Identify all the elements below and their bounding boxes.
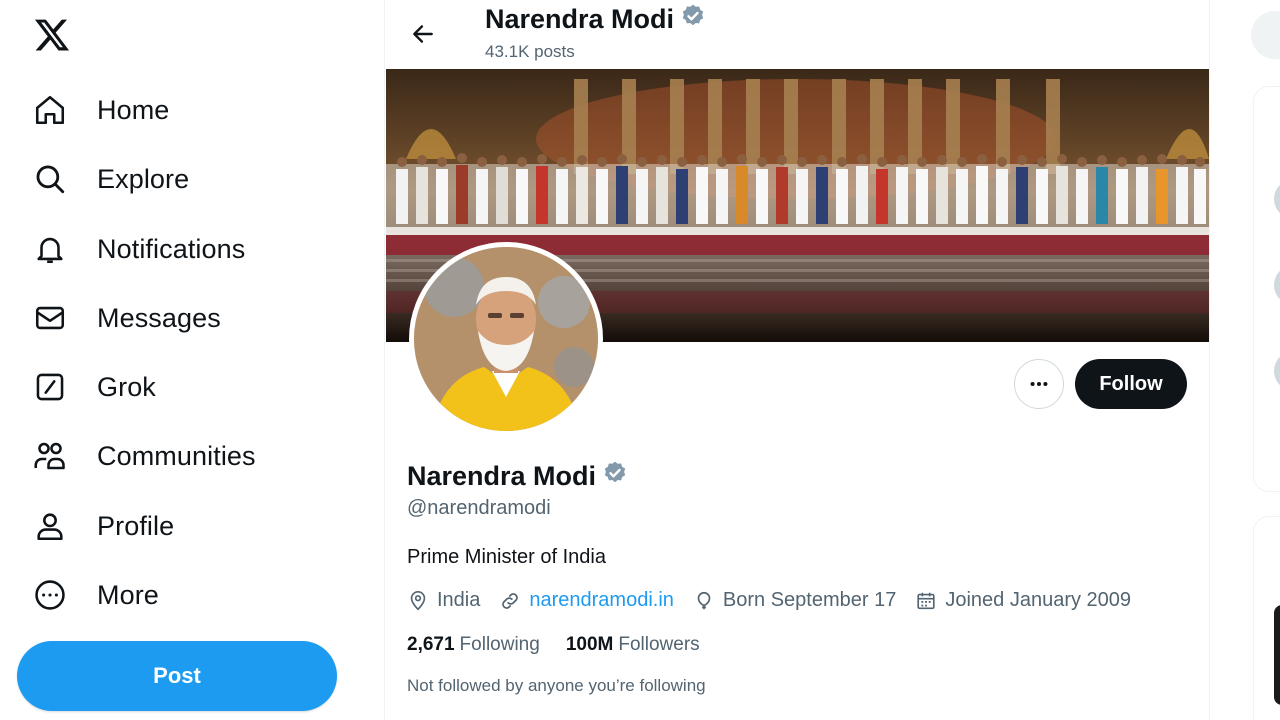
verified-badge-icon xyxy=(680,3,706,36)
bell-icon xyxy=(24,223,76,275)
left-sidebar: Home Explore Notifications Messages Grok… xyxy=(0,0,352,720)
back-arrow-icon[interactable] xyxy=(403,14,443,54)
page-title: Narendra Modi xyxy=(485,3,706,36)
post-button[interactable]: Post xyxy=(17,641,337,711)
joined-text: Joined January 2009 xyxy=(945,589,1132,611)
following-link[interactable]: 2,671 Following xyxy=(407,634,540,656)
location-pin-icon xyxy=(410,590,426,610)
balloon-icon xyxy=(697,591,711,609)
website-link[interactable]: narendramodi.in xyxy=(529,589,674,612)
follow-button[interactable]: Follow xyxy=(1075,359,1187,409)
sidebar-item-label: Home xyxy=(97,94,170,125)
followers-count: 100M xyxy=(565,634,614,655)
header-name: Narendra Modi xyxy=(485,4,675,34)
follow-stats: 2,671 Following 100M Followers xyxy=(407,634,726,656)
x-logo-icon[interactable] xyxy=(31,14,73,56)
sidebar-item-label: Profile xyxy=(97,510,175,541)
not-followed-note: Not followed by anyone you’re following xyxy=(407,676,706,695)
avatar[interactable] xyxy=(1274,265,1280,305)
sidebar-item-label: Notifications xyxy=(97,233,246,264)
more-options-button[interactable] xyxy=(1014,359,1064,409)
grok-icon xyxy=(24,361,76,413)
sidebar-item-grok[interactable]: Grok xyxy=(24,361,156,413)
media-thumbnail[interactable] xyxy=(1274,605,1280,705)
link-icon xyxy=(502,592,519,609)
sidebar-item-communities[interactable]: Communities xyxy=(24,430,256,482)
website-item: narendramodi.in xyxy=(499,589,674,612)
search-icon xyxy=(24,153,76,205)
post-count: 43.1K posts xyxy=(485,42,575,61)
profile-display-name: Narendra Modi xyxy=(407,461,597,491)
sidebar-item-home[interactable]: Home xyxy=(24,84,169,136)
communities-icon xyxy=(24,430,76,482)
joined-item: Joined January 2009 xyxy=(915,589,1131,612)
search-bar[interactable] xyxy=(1251,11,1280,59)
profile-handle: @narendramodi xyxy=(407,497,551,519)
profile-bio: Prime Minister of India xyxy=(407,546,606,568)
location-text: India xyxy=(437,589,481,611)
sidebar-item-explore[interactable]: Explore xyxy=(24,153,189,205)
birthday-text: Born September 17 xyxy=(722,589,897,611)
avatar[interactable] xyxy=(409,242,603,436)
followers-link[interactable]: 100M Followers xyxy=(566,634,700,656)
sidebar-item-messages[interactable]: Messages xyxy=(24,292,221,344)
sidebar-item-label: Messages xyxy=(97,302,221,333)
following-label: Following xyxy=(459,634,540,655)
more-circle-icon xyxy=(24,569,76,621)
sidebar-item-notifications[interactable]: Notifications xyxy=(24,223,245,275)
envelope-icon xyxy=(24,292,76,344)
right-sidebar-card xyxy=(1253,516,1280,720)
sidebar-item-label: Explore xyxy=(97,163,190,194)
person-icon xyxy=(24,500,76,552)
verified-badge-icon[interactable] xyxy=(602,460,628,493)
birthday-item: Born September 17 xyxy=(693,589,896,612)
calendar-icon xyxy=(917,592,935,609)
avatar[interactable] xyxy=(1274,351,1280,391)
profile-meta: India narendramodi.in Born September 17 … xyxy=(407,589,1150,612)
right-sidebar-card xyxy=(1253,86,1280,492)
sidebar-item-label: More xyxy=(97,579,159,610)
home-icon xyxy=(24,84,76,136)
sidebar-item-profile[interactable]: Profile xyxy=(24,500,174,552)
more-horizontal-icon xyxy=(1030,381,1048,387)
profile-column: Narendra Modi 43.1K posts Follow Narendr… xyxy=(385,0,1209,720)
avatar[interactable] xyxy=(1274,179,1280,219)
divider xyxy=(1209,0,1210,720)
sidebar-item-more[interactable]: More xyxy=(24,569,159,621)
profile-name: Narendra Modi xyxy=(407,460,628,493)
sidebar-item-label: Grok xyxy=(97,371,156,402)
following-count: 2,671 xyxy=(407,634,455,655)
sidebar-item-label: Communities xyxy=(97,440,256,471)
location-item: India xyxy=(407,589,480,612)
followers-label: Followers xyxy=(618,634,700,655)
